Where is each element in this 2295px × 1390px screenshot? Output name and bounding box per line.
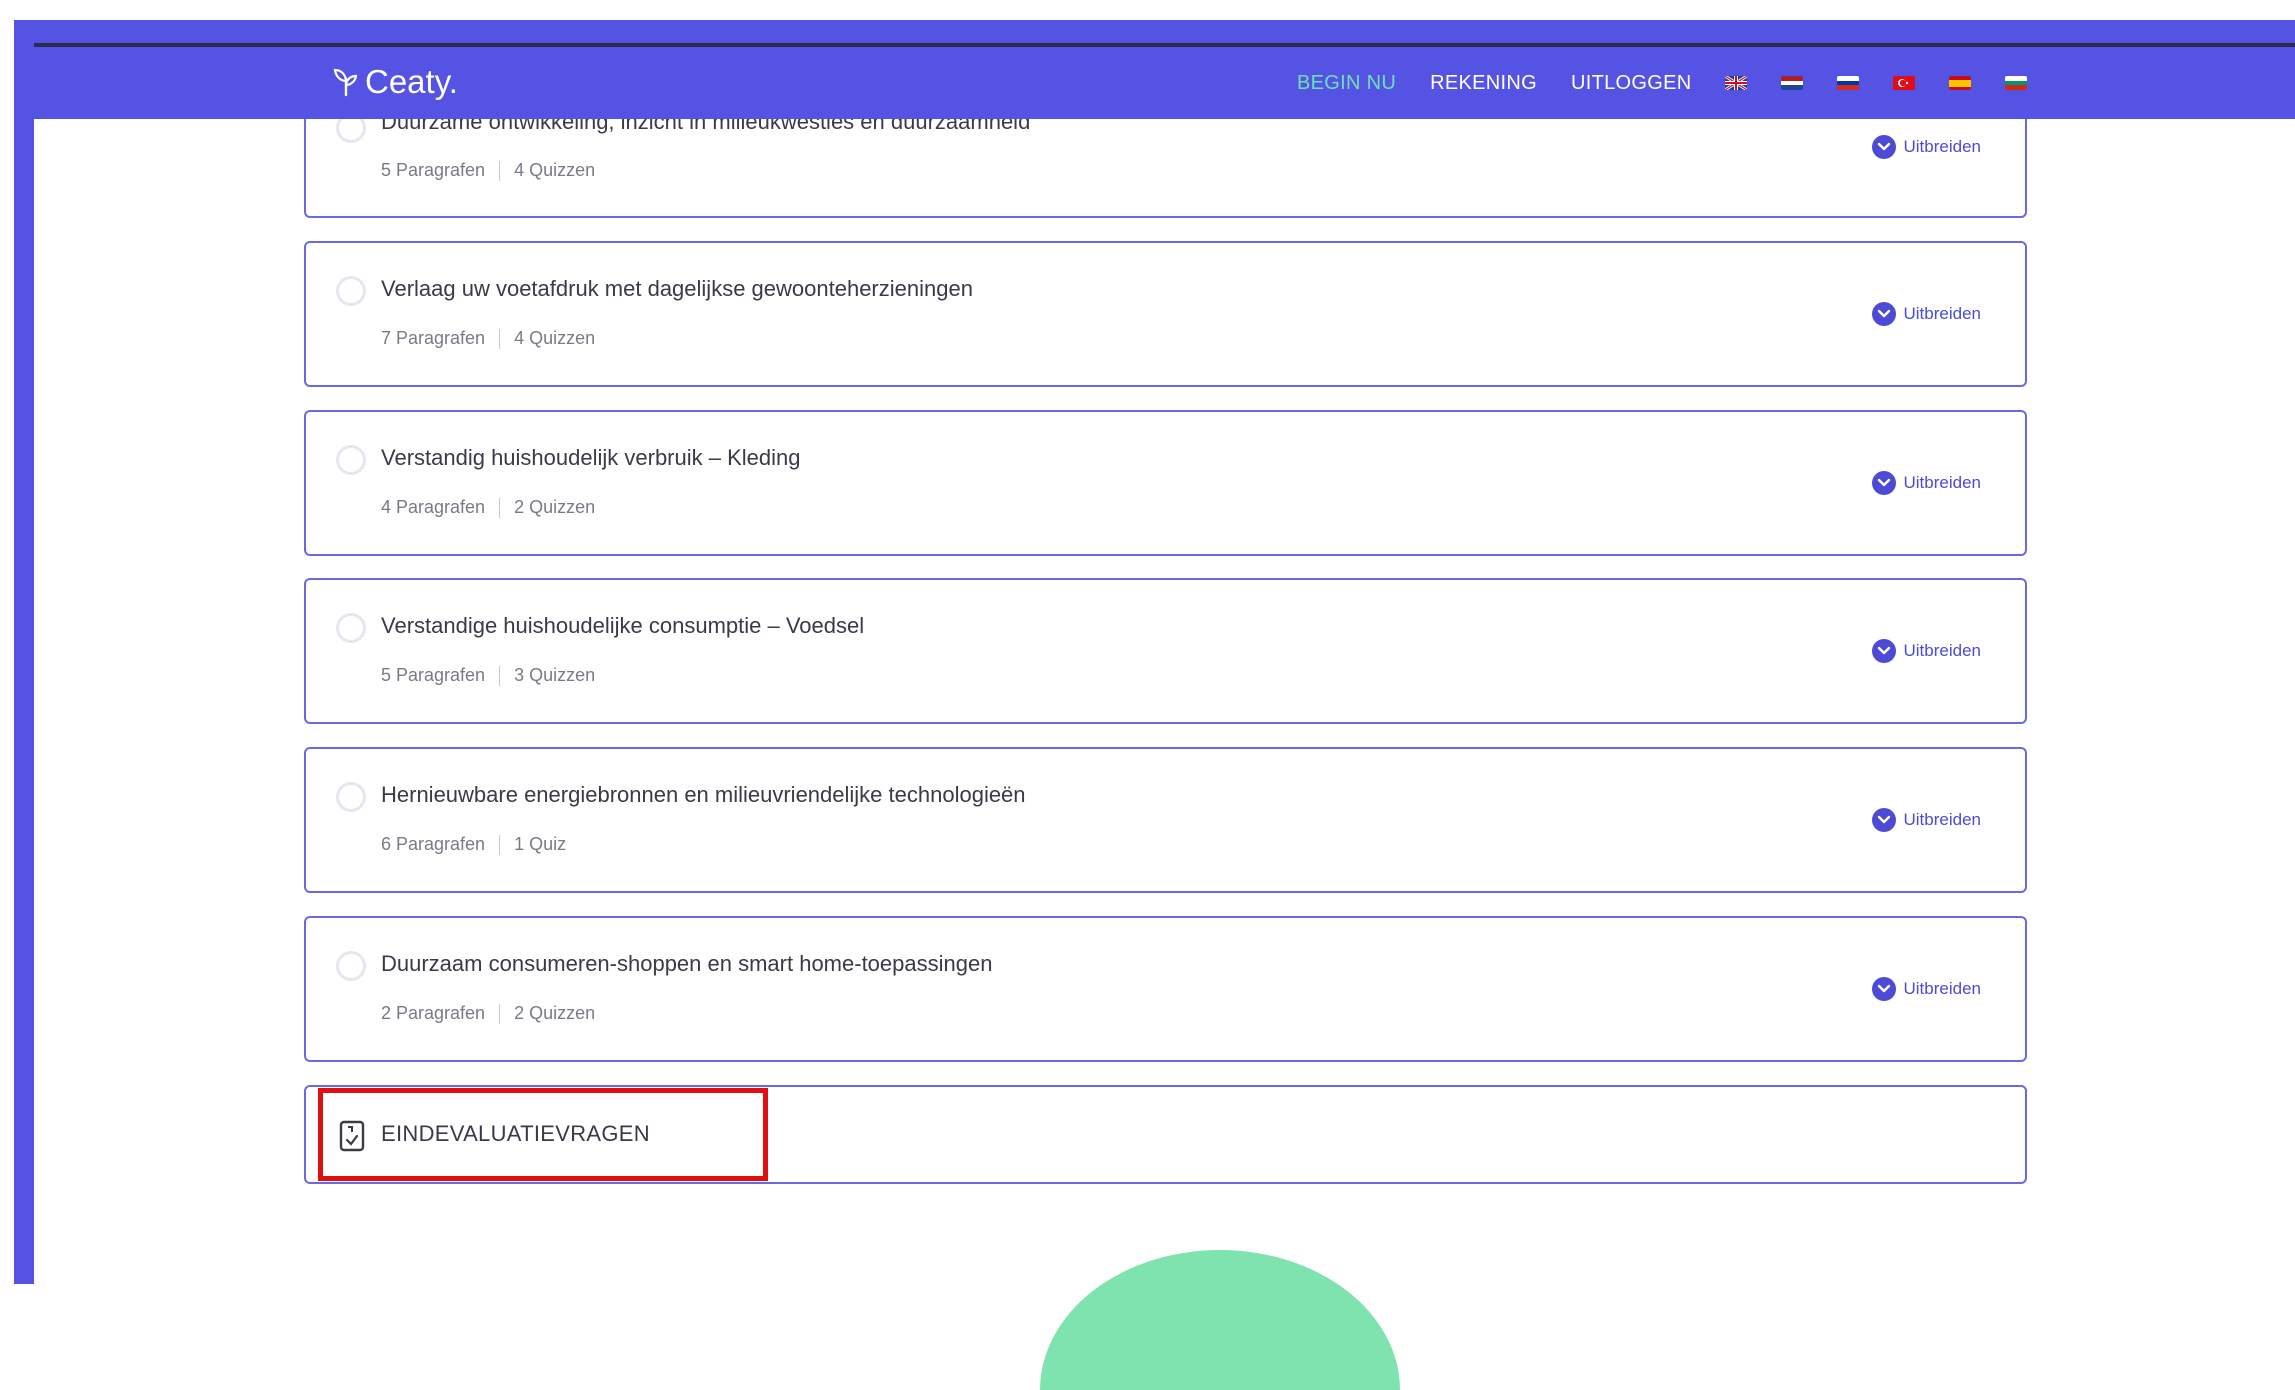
chevron-down-icon	[1871, 135, 1896, 159]
bulgarian-flag-icon[interactable]	[2005, 76, 2028, 90]
expand-button[interactable]: Uitbreiden	[1871, 471, 1982, 495]
lesson-title[interactable]: Verstandig huishoudelijk verbruik – Kled…	[381, 445, 800, 471]
language-flags	[1725, 76, 2061, 90]
expand-label: Uitbreiden	[1903, 304, 1982, 323]
expand-button[interactable]: Uitbreiden	[1871, 639, 1982, 663]
paragraph-count: 4 Paragrafen	[381, 497, 486, 517]
expand-label: Uitbreiden	[1903, 810, 1982, 829]
brand-name: Ceaty.	[365, 63, 458, 100]
lesson-meta: 5 Paragrafen 4 Quizzen	[381, 160, 595, 181]
lesson-title[interactable]: Verlaag uw voetafdruk met dagelijkse gew…	[381, 276, 973, 302]
lesson-meta: 5 Paragrafen 3 Quizzen	[381, 665, 595, 686]
expand-label: Uitbreiden	[1903, 979, 1982, 998]
nav-links: BEGIN NU REKENING UITLOGGEN	[1297, 47, 2061, 119]
lesson-meta: 2 Paragrafen 2 Quizzen	[381, 1003, 595, 1024]
meta-divider	[499, 834, 501, 855]
lesson-card[interactable]: Verlaag uw voetafdruk met dagelijkse gew…	[304, 241, 2027, 387]
lesson-status-circle	[336, 276, 366, 306]
decorative-green-shape	[1040, 1250, 1400, 1390]
expand-label: Uitbreiden	[1903, 641, 1982, 660]
spanish-flag-icon[interactable]	[1949, 76, 1972, 90]
meta-divider	[499, 1003, 501, 1024]
lesson-card[interactable]: Verstandig huishoudelijk verbruik – Kled…	[304, 410, 2027, 556]
quiz-count: 3 Quizzen	[514, 665, 596, 685]
english-flag-icon[interactable]	[1725, 76, 1748, 90]
expand-label: Uitbreiden	[1903, 137, 1982, 156]
turkish-flag-icon[interactable]	[1893, 76, 1916, 90]
paragraph-count: 2 Paragrafen	[381, 1003, 486, 1023]
expand-button[interactable]: Uitbreiden	[1871, 302, 1982, 326]
lesson-title[interactable]: Verstandige huishoudelijke consumptie – …	[381, 613, 864, 639]
lesson-card[interactable]: Hernieuwbare energiebronnen en milieuvri…	[304, 747, 2027, 893]
nav-uitloggen[interactable]: UITLOGGEN	[1571, 72, 1692, 95]
paragraph-count: 5 Paragrafen	[381, 160, 486, 180]
nav-begin-nu[interactable]: BEGIN NU	[1297, 72, 1396, 95]
quiz-count: 4 Quizzen	[514, 160, 596, 180]
meta-divider	[499, 328, 501, 349]
expand-button[interactable]: Uitbreiden	[1871, 808, 1982, 832]
nav-rekening[interactable]: REKENING	[1430, 72, 1537, 95]
chevron-down-icon	[1871, 977, 1896, 1001]
quiz-count: 2 Quizzen	[514, 1003, 596, 1023]
expand-button[interactable]: Uitbreiden	[1871, 135, 1982, 159]
quiz-count: 1 Quiz	[514, 834, 567, 854]
lesson-meta: 7 Paragrafen 4 Quizzen	[381, 328, 595, 349]
paragraph-count: 6 Paragrafen	[381, 834, 486, 854]
chevron-down-icon	[1871, 639, 1896, 663]
chevron-down-icon	[1871, 302, 1896, 326]
lesson-status-circle	[336, 613, 366, 643]
lesson-status-circle	[336, 951, 366, 981]
meta-divider	[499, 160, 501, 181]
paragraph-count: 7 Paragrafen	[381, 328, 486, 348]
lesson-status-circle	[336, 445, 366, 475]
meta-divider	[499, 497, 501, 518]
course-content: Duurzame ontwikkeling, inzicht in milieu…	[0, 0, 2295, 1390]
paragraph-count: 5 Paragrafen	[381, 665, 486, 685]
chevron-down-icon	[1871, 471, 1896, 495]
brand-logo[interactable]: Ceaty.	[329, 59, 458, 105]
quiz-count: 2 Quizzen	[514, 497, 596, 517]
dutch-flag-icon[interactable]	[1781, 76, 1804, 90]
lesson-meta: 4 Paragrafen 2 Quizzen	[381, 497, 595, 518]
lesson-card[interactable]: Duurzaam consumeren-shoppen en smart hom…	[304, 916, 2027, 1062]
lesson-title[interactable]: Duurzaam consumeren-shoppen en smart hom…	[381, 951, 992, 977]
quiz-count: 4 Quizzen	[514, 328, 596, 348]
meta-divider	[499, 665, 501, 686]
expand-button[interactable]: Uitbreiden	[1871, 977, 1982, 1001]
sprout-icon	[333, 68, 358, 97]
lesson-card[interactable]: Verstandige huishoudelijke consumptie – …	[304, 578, 2027, 724]
expand-label: Uitbreiden	[1903, 473, 1982, 492]
chevron-down-icon	[1871, 808, 1896, 832]
lesson-meta: 6 Paragrafen 1 Quiz	[381, 834, 566, 855]
russian-flag-icon[interactable]	[1837, 76, 1860, 90]
lesson-title[interactable]: Hernieuwbare energiebronnen en milieuvri…	[381, 782, 1026, 808]
highlight-box	[318, 1088, 768, 1181]
lesson-status-circle	[336, 782, 366, 812]
top-navbar: Ceaty. BEGIN NU REKENING UITLOGGEN	[34, 47, 2295, 119]
